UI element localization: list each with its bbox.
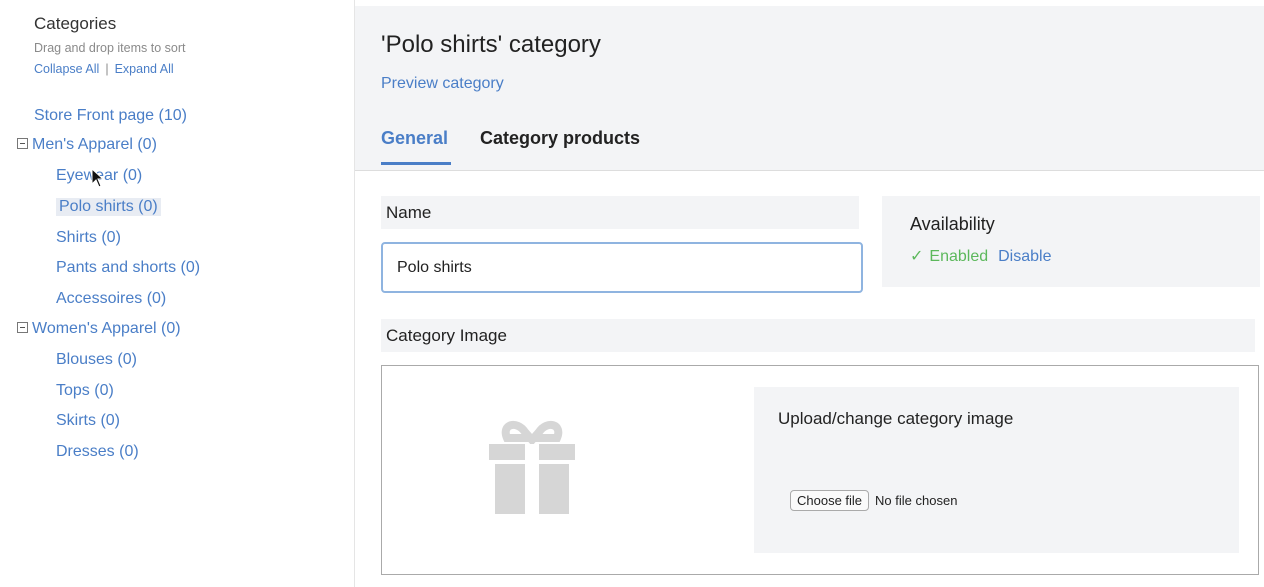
- sidebar-actions: Collapse All | Expand All: [34, 62, 174, 76]
- collapse-toggle-icon[interactable]: [17, 138, 28, 149]
- tree-item-label: Blouses (0): [56, 351, 137, 368]
- sidebar-hint: Drag and drop items to sort: [34, 41, 186, 55]
- sidebar-title: Categories: [34, 14, 117, 33]
- preview-category-link[interactable]: Preview category: [381, 75, 504, 93]
- mouse-cursor-icon: [91, 168, 105, 188]
- tree-item-skirts[interactable]: Skirts (0): [56, 412, 120, 430]
- tree-item-tops[interactable]: Tops (0): [56, 382, 114, 400]
- tab-general[interactable]: General: [381, 128, 452, 165]
- category-sidebar: Categories Drag and drop items to sort C…: [0, 0, 354, 587]
- upload-title: Upload/change category image: [778, 409, 1014, 428]
- upload-panel: Upload/change category image Choose file…: [754, 387, 1239, 553]
- tree-item-polo-shirts[interactable]: Polo shirts (0): [56, 198, 161, 216]
- tree-item-label: Store Front page (10): [34, 107, 187, 124]
- tree-item-label: Shirts (0): [56, 229, 121, 246]
- tree-item-label: Tops (0): [56, 382, 114, 399]
- enabled-status: Enabled: [929, 248, 989, 265]
- tree-item-womens-apparel[interactable]: Women's Apparel (0): [17, 320, 181, 338]
- tree-item-pants-and-shorts[interactable]: Pants and shorts (0): [56, 259, 200, 277]
- no-file-chosen-text: No file chosen: [875, 493, 958, 508]
- name-input[interactable]: [381, 242, 863, 293]
- tree-item-accessoires[interactable]: Accessoires (0): [56, 290, 166, 308]
- tab-category-products[interactable]: Category products: [480, 128, 640, 149]
- gift-icon: [489, 420, 575, 514]
- file-picker: Choose file No file chosen: [790, 490, 957, 511]
- disable-link[interactable]: Disable: [998, 248, 1051, 265]
- availability-status: ✓ Enabled Disable: [910, 246, 1051, 266]
- category-header: 'Polo shirts' category Preview category …: [355, 6, 1264, 171]
- tree-item-label: Polo shirts (0): [59, 198, 158, 215]
- check-icon: ✓: [910, 248, 924, 265]
- tree-item-mens-apparel[interactable]: Men's Apparel (0): [17, 136, 157, 154]
- tree-item-label: Dresses (0): [56, 443, 139, 460]
- name-label: Name: [381, 196, 859, 229]
- choose-file-button[interactable]: Choose file: [790, 490, 870, 511]
- availability-panel: Availability ✓ Enabled Disable: [882, 196, 1260, 287]
- category-image-label: Category Image: [381, 319, 1255, 352]
- collapse-all-link[interactable]: Collapse All: [34, 62, 99, 76]
- tree-item-dresses[interactable]: Dresses (0): [56, 443, 139, 461]
- tree-item-label: Men's Apparel (0): [32, 136, 157, 153]
- collapse-toggle-icon[interactable]: [17, 322, 28, 333]
- tree-item-blouses[interactable]: Blouses (0): [56, 351, 137, 369]
- expand-all-link[interactable]: Expand All: [115, 62, 174, 76]
- tree-item-label: Women's Apparel (0): [32, 320, 181, 337]
- tree-item-label: Pants and shorts (0): [56, 259, 201, 276]
- tree-item-shirts[interactable]: Shirts (0): [56, 229, 121, 247]
- actions-separator: |: [105, 62, 109, 76]
- category-image-box: Upload/change category image Choose file…: [381, 365, 1259, 575]
- page-title: 'Polo shirts' category: [381, 31, 601, 58]
- tree-item-store-front[interactable]: Store Front page (10): [34, 107, 187, 125]
- tree-item-label: Accessoires (0): [56, 290, 167, 307]
- availability-title: Availability: [910, 214, 995, 234]
- tree-item-label: Skirts (0): [56, 412, 120, 429]
